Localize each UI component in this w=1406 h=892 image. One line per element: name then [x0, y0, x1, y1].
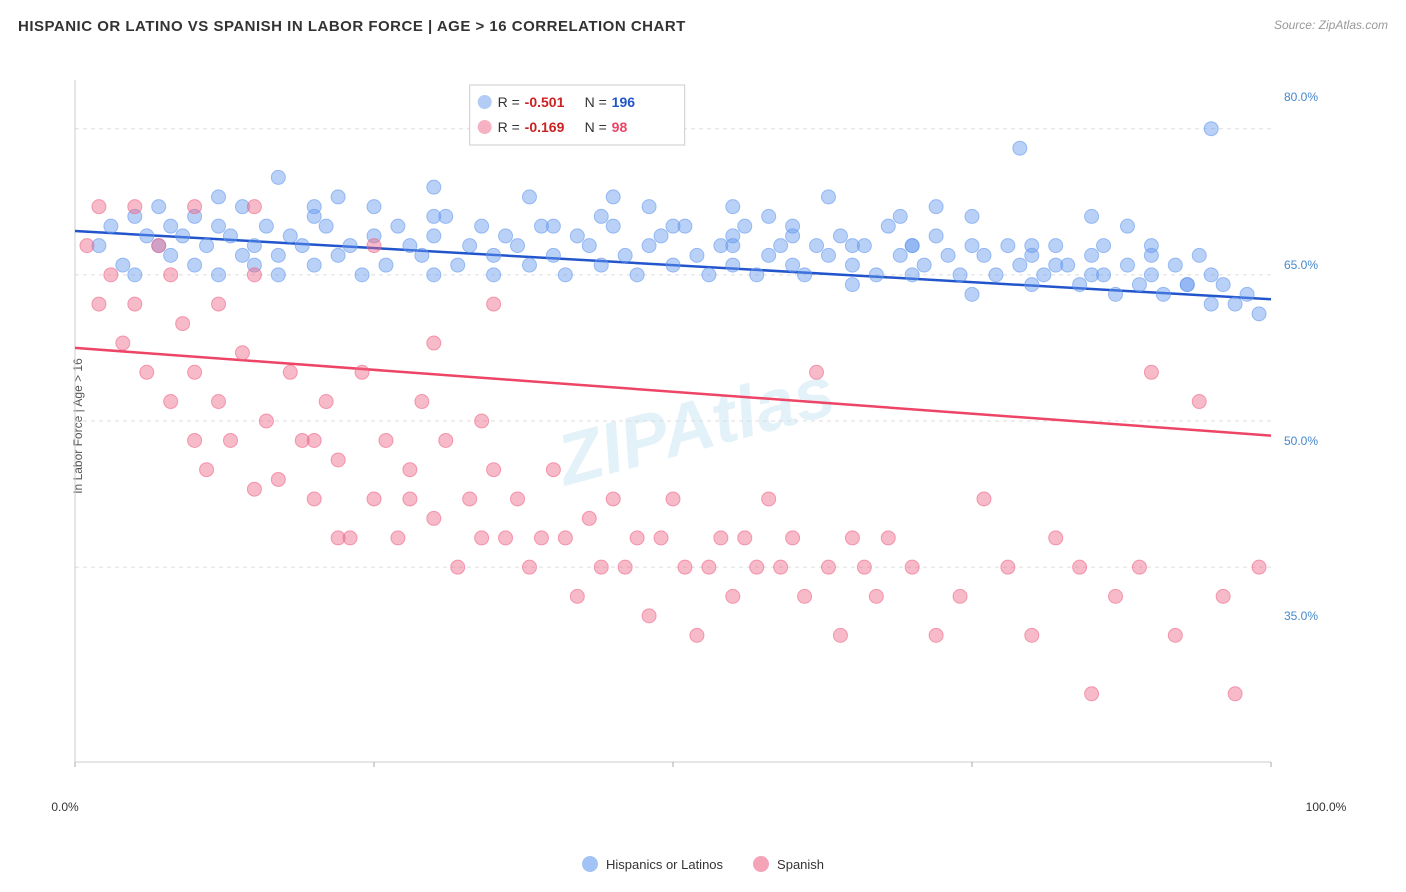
spanish-legend-circle [753, 856, 769, 872]
x-tick-100: 100.0% [1306, 800, 1347, 814]
chart-area: In Labor Force | Age > 16 ZIPAtlas R = -… [65, 60, 1326, 792]
svg-text:R =: R = [498, 94, 520, 110]
y-tick-65: 65.0% [1284, 258, 1318, 272]
chart-title: HISPANIC OR LATINO VS SPANISH IN LABOR F… [18, 18, 686, 35]
y-tick-50: 50.0% [1284, 434, 1318, 448]
y-tick-35: 35.0% [1284, 609, 1318, 623]
spanish-legend-label: Spanish [777, 857, 824, 872]
svg-text:-0.501: -0.501 [525, 94, 565, 110]
x-tick-0: 0.0% [51, 800, 78, 814]
legend-item-hispanics: Hispanics or Latinos [582, 856, 723, 872]
legend-item-spanish: Spanish [753, 856, 824, 872]
hispanics-legend-label: Hispanics or Latinos [606, 857, 723, 872]
svg-text:98: 98 [612, 119, 628, 135]
scatter-chart: R = -0.501 N = 196 R = -0.169 N = 98 [65, 60, 1326, 792]
svg-text:N =: N = [585, 94, 607, 110]
svg-text:N =: N = [585, 119, 607, 135]
source-text: Source: ZipAtlas.com [1274, 18, 1388, 32]
svg-text:196: 196 [612, 94, 636, 110]
svg-text:R =: R = [498, 119, 520, 135]
hispanics-legend-circle [582, 856, 598, 872]
chart-container: HISPANIC OR LATINO VS SPANISH IN LABOR F… [0, 0, 1406, 892]
legend: Hispanics or Latinos Spanish [582, 856, 824, 872]
y-tick-80: 80.0% [1284, 90, 1318, 104]
svg-text:-0.169: -0.169 [525, 119, 565, 135]
